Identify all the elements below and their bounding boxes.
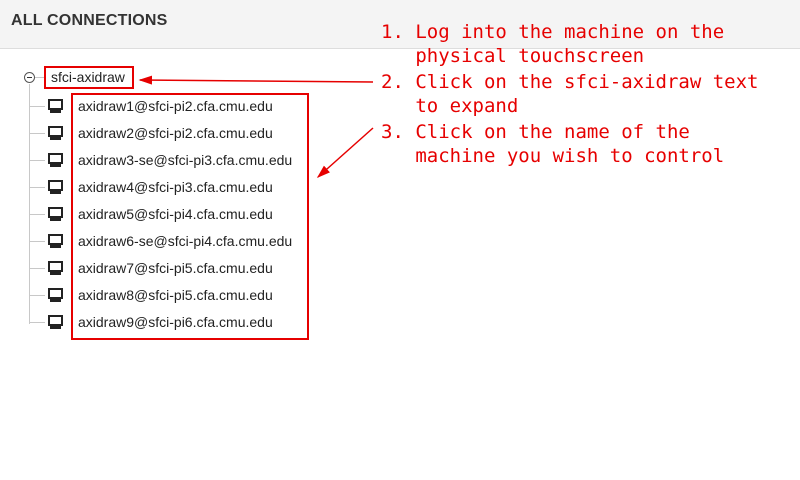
annotation-step3: 3. Click on the name of the machine you … (381, 121, 725, 167)
tree-connector-line (29, 84, 30, 324)
annotation-step2: 2. Click on the sfci-axidraw text to exp… (381, 71, 759, 117)
monitor-icon (48, 234, 63, 249)
annotation-step1: 1. Log into the machine on the physical … (381, 21, 725, 67)
monitor-icon (48, 288, 63, 303)
highlight-box-connections (71, 93, 309, 340)
tree-connector-line (29, 241, 45, 242)
collapse-toggle-icon[interactable] (24, 72, 35, 83)
monitor-icon (48, 315, 63, 330)
monitor-icon (48, 99, 63, 114)
tree-connector-line (29, 160, 45, 161)
header-title: ALL CONNECTIONS (11, 12, 168, 29)
tree-connector-line (29, 133, 45, 134)
arrow-step2 (138, 75, 374, 85)
tree-connector-line (29, 187, 45, 188)
arrow-step3 (316, 127, 374, 178)
tree-connector-line (29, 214, 45, 215)
monitor-icon (48, 261, 63, 276)
monitor-icon (48, 153, 63, 168)
tree-connector-line (29, 268, 45, 269)
monitor-icon (48, 180, 63, 195)
tree-connector-line (29, 106, 45, 107)
monitor-icon (48, 126, 63, 141)
monitor-icon (48, 207, 63, 222)
highlight-box-group (44, 66, 134, 89)
tree-connector-line (29, 322, 45, 323)
tree-connector-line (29, 295, 45, 296)
